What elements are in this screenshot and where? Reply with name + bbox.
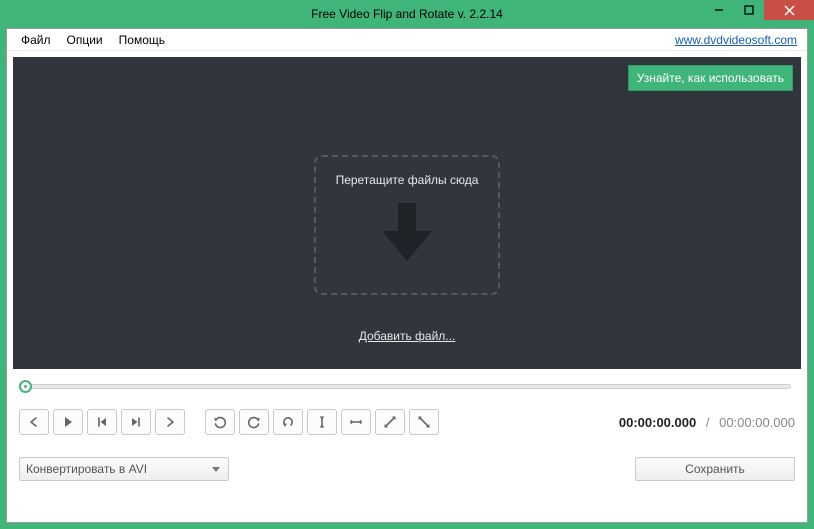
diag1-icon [383, 415, 397, 429]
flip-diag1-button[interactable] [375, 409, 405, 435]
rotate-180-button[interactable] [273, 409, 303, 435]
time-separator: / [706, 415, 710, 430]
bottom-row: Конвертировать в AVI Сохранить [19, 457, 795, 481]
app-inner: Файл Опции Помощь www.dvdvideosoft.com У… [6, 28, 808, 523]
flip-diag2-button[interactable] [409, 409, 439, 435]
download-arrow-icon [380, 201, 434, 265]
close-button[interactable] [764, 0, 814, 20]
site-link[interactable]: www.dvdvideosoft.com [675, 33, 801, 47]
maximize-icon [744, 5, 754, 15]
window-title: Free Video Flip and Rotate v. 2.2.14 [0, 7, 814, 21]
rotate-ccw-button[interactable] [239, 409, 269, 435]
time-total: 00:00:00.000 [719, 415, 795, 430]
format-select[interactable]: Конвертировать в AVI [19, 457, 229, 481]
minimize-button[interactable] [704, 0, 734, 20]
format-select-value: Конвертировать в AVI [26, 462, 147, 476]
slider-handle[interactable] [19, 380, 32, 393]
time-display: 00:00:00.000 / 00:00:00.000 [619, 415, 795, 430]
drop-zone-label: Перетащите файлы сюда [336, 173, 479, 187]
titlebar: Free Video Flip and Rotate v. 2.2.14 [0, 0, 814, 28]
video-preview-area: Узнайте, как использовать Перетащите фай… [13, 57, 801, 369]
time-current: 00:00:00.000 [619, 415, 696, 430]
diag2-icon [417, 415, 431, 429]
slider-track [23, 384, 791, 389]
next-button[interactable] [155, 409, 185, 435]
rotate-ccw-icon [247, 415, 261, 429]
rotate-180-icon [281, 415, 295, 429]
play-button[interactable] [53, 409, 83, 435]
menu-help[interactable]: Помощь [111, 31, 173, 49]
flip-horizontal-icon [349, 415, 363, 429]
controls-row: 00:00:00.000 / 00:00:00.000 [19, 409, 795, 435]
maximize-button[interactable] [734, 0, 764, 20]
menubar: Файл Опции Помощь www.dvdvideosoft.com [7, 29, 807, 51]
flip-vertical-button[interactable] [307, 409, 337, 435]
close-icon [784, 5, 795, 16]
menu-options[interactable]: Опции [59, 31, 111, 49]
skip-forward-button[interactable] [121, 409, 151, 435]
prev-button[interactable] [19, 409, 49, 435]
transform-controls [205, 409, 439, 435]
rotate-cw-button[interactable] [205, 409, 235, 435]
minimize-icon [714, 5, 724, 15]
flip-vertical-icon [315, 415, 329, 429]
arrow-right-icon [163, 415, 177, 429]
playback-controls [19, 409, 185, 435]
timeline-slider[interactable] [19, 379, 795, 395]
skip-forward-icon [129, 415, 143, 429]
skip-back-icon [95, 415, 109, 429]
drop-zone[interactable]: Перетащите файлы сюда [314, 155, 500, 295]
arrow-left-icon [27, 415, 41, 429]
menu-file[interactable]: Файл [13, 31, 59, 49]
flip-horizontal-button[interactable] [341, 409, 371, 435]
learn-how-button[interactable]: Узнайте, как использовать [628, 65, 793, 91]
window-controls [704, 0, 814, 20]
save-button[interactable]: Сохранить [635, 457, 795, 481]
play-icon [61, 415, 75, 429]
rotate-cw-icon [213, 415, 227, 429]
skip-back-button[interactable] [87, 409, 117, 435]
add-file-link[interactable]: Добавить файл... [359, 329, 456, 343]
